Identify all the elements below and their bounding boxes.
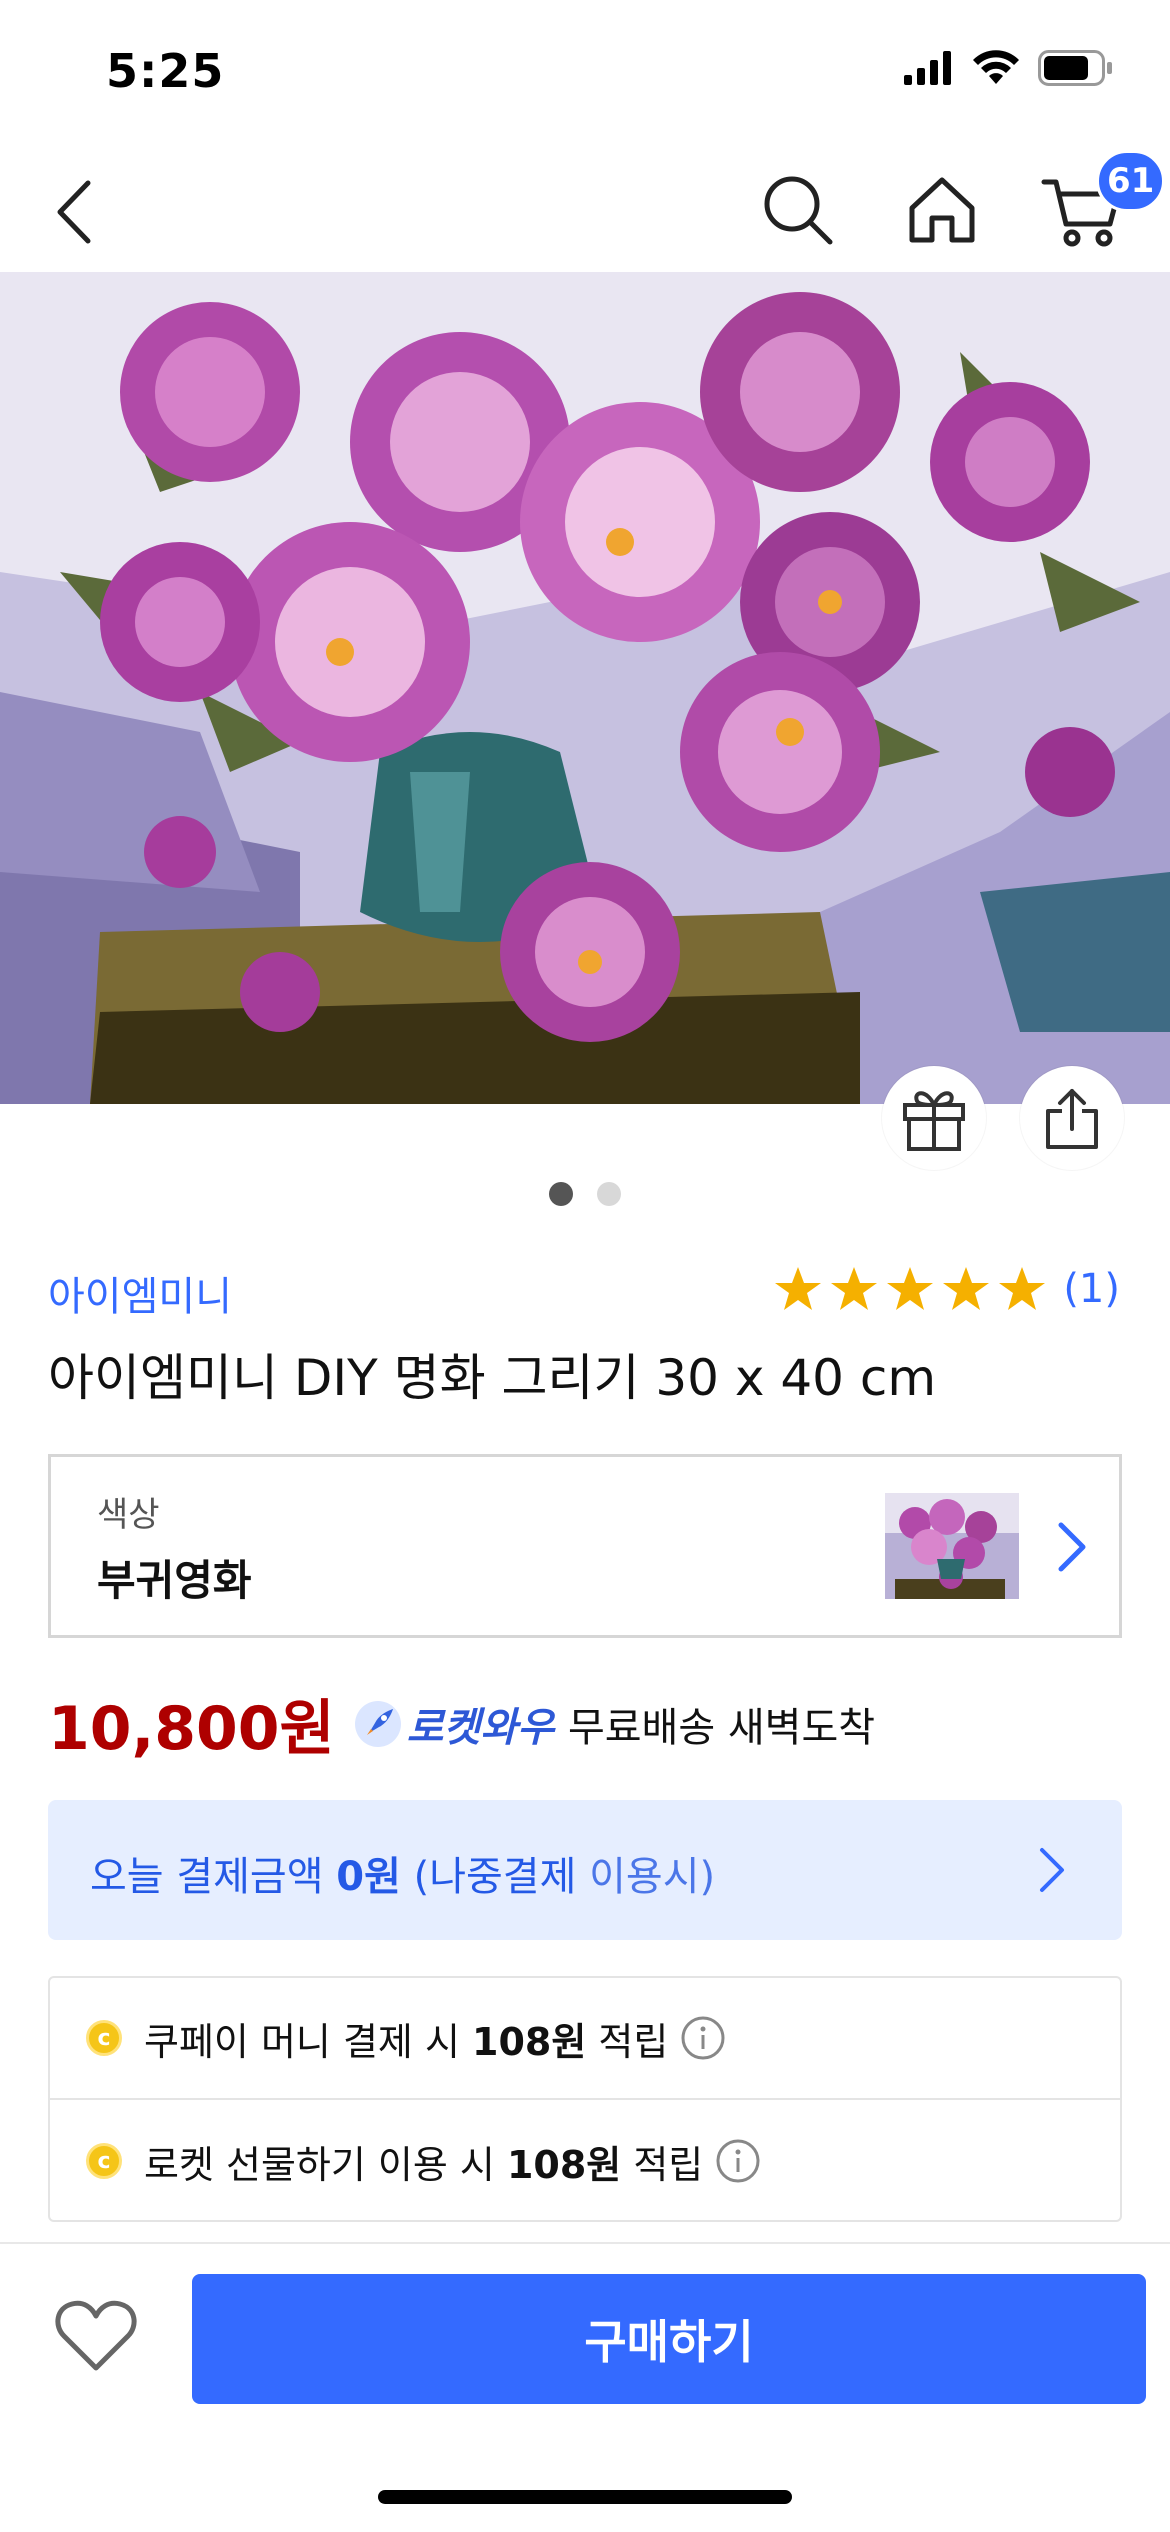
gallery-pagination: [0, 1182, 1170, 1206]
share-icon: [1046, 1089, 1098, 1149]
status-bar: 5:25: [0, 0, 1170, 140]
rocket-wow-label: 로켓와우: [406, 1704, 554, 1751]
pay-later-text: 오늘 결제금액 0원 (나중결제 이용시): [90, 1844, 715, 1902]
star-icon: [999, 1267, 1046, 1310]
pagination-dot-active[interactable]: [549, 1182, 573, 1206]
option-thumbnail-image: [885, 1493, 1019, 1599]
back-icon: [57, 180, 91, 244]
signal-icon: [904, 51, 951, 85]
home-button[interactable]: [904, 172, 980, 248]
search-button[interactable]: [760, 172, 836, 248]
star-icon: [775, 1267, 822, 1310]
back-button[interactable]: [44, 174, 104, 250]
gift-button[interactable]: [882, 1066, 986, 1170]
reward-prefix: 로켓 선물하기 이용 시: [144, 2142, 507, 2187]
gift-icon: [903, 1091, 965, 1151]
product-title: 아이엠미니 DIY 명화 그리기 30 x 40 cm: [48, 1349, 937, 1407]
pay-later-part2: (나중결제: [400, 1854, 590, 1900]
nav-bar: [0, 140, 1170, 272]
info-icon[interactable]: [715, 2138, 761, 2184]
price-row: 10,800원 로켓와우 무료배송 새벽도착: [48, 1680, 875, 1767]
bottom-divider: [0, 2242, 1170, 2244]
share-button[interactable]: [1020, 1066, 1124, 1170]
option-label: 색상: [97, 1495, 160, 1535]
reward-prefix: 쿠페이 머니 결제 시: [144, 2019, 472, 2064]
reward-amount: 108원: [472, 2019, 587, 2064]
option-thumbnail: [885, 1493, 1019, 1599]
home-icon: [909, 177, 975, 243]
reward-suffix: 적립: [586, 2019, 669, 2064]
rewards-box: c 쿠페이 머니 결제 시 108원 적립 c 로켓 선물하기 이용 시 108…: [48, 1976, 1122, 2222]
status-time: 5:25: [106, 44, 225, 98]
pay-later-part1: 오늘 결제금액: [90, 1854, 337, 1900]
wifi-icon: [973, 50, 1019, 84]
reward-amount: 108원: [506, 2142, 622, 2187]
pay-later-part3: 이용시): [589, 1854, 716, 1900]
price: 10,800원: [48, 1694, 335, 1764]
reward-text: 쿠페이 머니 결제 시 108원 적립: [144, 2011, 668, 2066]
flower-painting-image: [0, 272, 1170, 1104]
search-icon: [764, 176, 833, 245]
coin-icon: c: [86, 2020, 122, 2056]
product-image[interactable]: [0, 272, 1170, 1104]
star-icon: [887, 1267, 934, 1310]
star-icon: [831, 1267, 878, 1310]
color-option-selector[interactable]: 색상 부귀영화: [48, 1454, 1122, 1638]
pay-later-banner[interactable]: 오늘 결제금액 0원 (나중결제 이용시): [48, 1800, 1122, 1940]
reward-suffix: 적립: [621, 2142, 704, 2187]
rating[interactable]: (1): [773, 1264, 1120, 1314]
pagination-dot[interactable]: [597, 1182, 621, 1206]
rocket-icon: [354, 1700, 401, 1747]
cart-count-badge: 61: [1096, 150, 1166, 212]
buy-button[interactable]: 구매하기: [192, 2274, 1146, 2404]
star-icon: [943, 1267, 990, 1310]
reward-row: c 로켓 선물하기 이용 시 108원 적립: [50, 2100, 1120, 2222]
chevron-right-icon: [1058, 1522, 1086, 1572]
delivery-info: 무료배송 새벽도착: [567, 1704, 876, 1751]
heart-icon: [55, 2300, 137, 2371]
status-icons: [904, 50, 1114, 86]
reward-text: 로켓 선물하기 이용 시 108원 적립: [144, 2134, 703, 2189]
rating-count: (1): [1063, 1266, 1120, 1312]
option-value: 부귀영화: [97, 1556, 252, 1605]
chevron-right-icon: [1040, 1848, 1064, 1892]
brand-link[interactable]: 아이엠미니: [48, 1264, 232, 1322]
home-indicator: [378, 2490, 792, 2504]
battery-icon: [1038, 50, 1112, 86]
wishlist-button[interactable]: [54, 2296, 138, 2376]
coin-icon: c: [86, 2143, 122, 2179]
reward-row: c 쿠페이 머니 결제 시 108원 적립: [50, 1978, 1120, 2100]
info-icon[interactable]: [680, 2015, 726, 2061]
pay-later-amount: 0원: [336, 1854, 401, 1900]
